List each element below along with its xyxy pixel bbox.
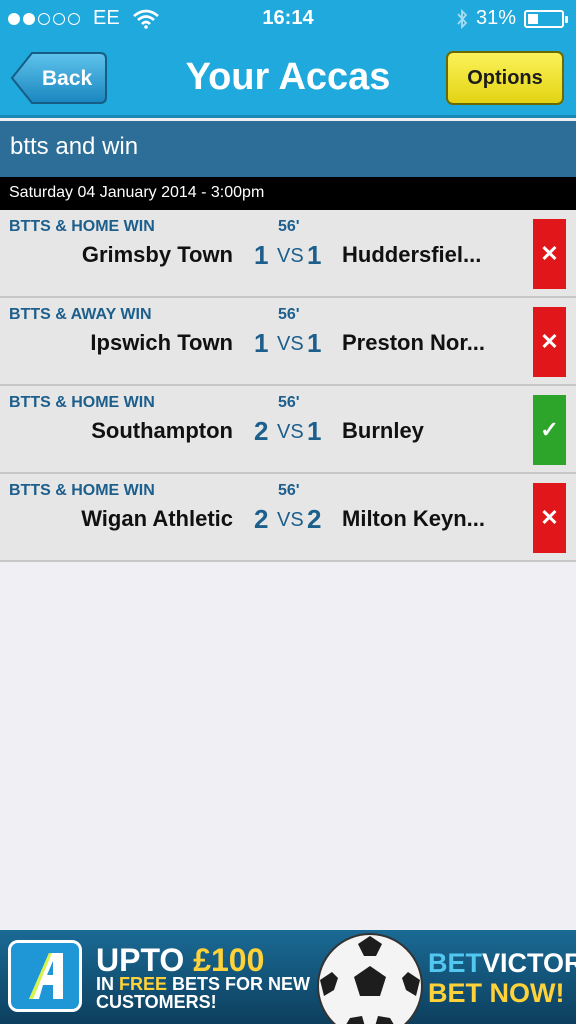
- status-right: 31%: [456, 7, 568, 30]
- betvictor-logo: BETVICTOR: [428, 948, 576, 978]
- vs-label: VS: [277, 245, 304, 267]
- app-header: EE 16:14 31% Back Your Accas Options: [0, 0, 576, 118]
- home-score: 1: [254, 240, 269, 270]
- status-bar: EE 16:14 31%: [0, 0, 576, 38]
- vs-label: VS: [277, 421, 304, 443]
- away-score: 1: [307, 416, 322, 446]
- ad-banner[interactable]: UPTO £100 IN FREE BETS FOR NEW CUSTOMERS…: [0, 930, 576, 1024]
- acca-name: btts and win: [0, 121, 576, 177]
- battery-icon: [524, 9, 568, 28]
- away-score: 1: [307, 328, 322, 358]
- home-team: Ipswich Town: [90, 330, 233, 355]
- result-check-icon: ✓: [533, 395, 566, 465]
- promo-line-2: CUSTOMERS!: [96, 992, 217, 1012]
- match-minute: 56': [278, 482, 300, 499]
- bet-type: BTTS & HOME WIN: [9, 218, 155, 235]
- home-score: 2: [254, 504, 269, 534]
- vs-label: VS: [277, 509, 304, 531]
- home-team: Southampton: [91, 418, 233, 443]
- result-cross-icon: ✕: [533, 219, 566, 289]
- away-team: Burnley: [342, 418, 424, 443]
- result-cross-icon: ✕: [533, 483, 566, 553]
- app-logo: [8, 940, 82, 1012]
- match-minute: 56': [278, 306, 300, 323]
- match-row[interactable]: BTTS & HOME WIN 56' Southampton 2 VS 1 B…: [0, 386, 576, 474]
- away-team: Huddersfiel...: [342, 242, 482, 267]
- home-score: 2: [254, 416, 269, 446]
- match-minute: 56': [278, 218, 300, 235]
- bet-now-button[interactable]: BET NOW!: [428, 978, 564, 1009]
- home-team: Grimsby Town: [81, 242, 233, 267]
- bet-type: BTTS & AWAY WIN: [9, 306, 152, 323]
- options-button[interactable]: Options: [446, 51, 564, 105]
- bluetooth-icon: [457, 8, 468, 29]
- match-row[interactable]: BTTS & HOME WIN 56' Wigan Athletic 2 VS …: [0, 474, 576, 562]
- match-row[interactable]: BTTS & HOME WIN 56' Grimsby Town 1 VS 1 …: [0, 210, 576, 298]
- match-date: Saturday 04 January 2014 - 3:00pm: [0, 177, 576, 210]
- vs-label: VS: [277, 333, 304, 355]
- home-score: 1: [254, 328, 269, 358]
- home-team: Wigan Athletic: [81, 506, 233, 531]
- match-minute: 56': [278, 394, 300, 411]
- away-score: 1: [307, 240, 322, 270]
- match-list: BTTS & HOME WIN 56' Grimsby Town 1 VS 1 …: [0, 210, 576, 562]
- away-team: Milton Keyn...: [342, 506, 485, 531]
- bet-type: BTTS & HOME WIN: [9, 482, 155, 499]
- result-cross-icon: ✕: [533, 307, 566, 377]
- football-icon: [317, 933, 423, 1024]
- match-row[interactable]: BTTS & AWAY WIN 56' Ipswich Town 1 VS 1 …: [0, 298, 576, 386]
- accas-logo-icon: [29, 953, 63, 999]
- away-score: 2: [307, 504, 322, 534]
- bet-type: BTTS & HOME WIN: [9, 394, 155, 411]
- away-team: Preston Nor...: [342, 330, 486, 355]
- battery-percent: 31%: [475, 7, 516, 29]
